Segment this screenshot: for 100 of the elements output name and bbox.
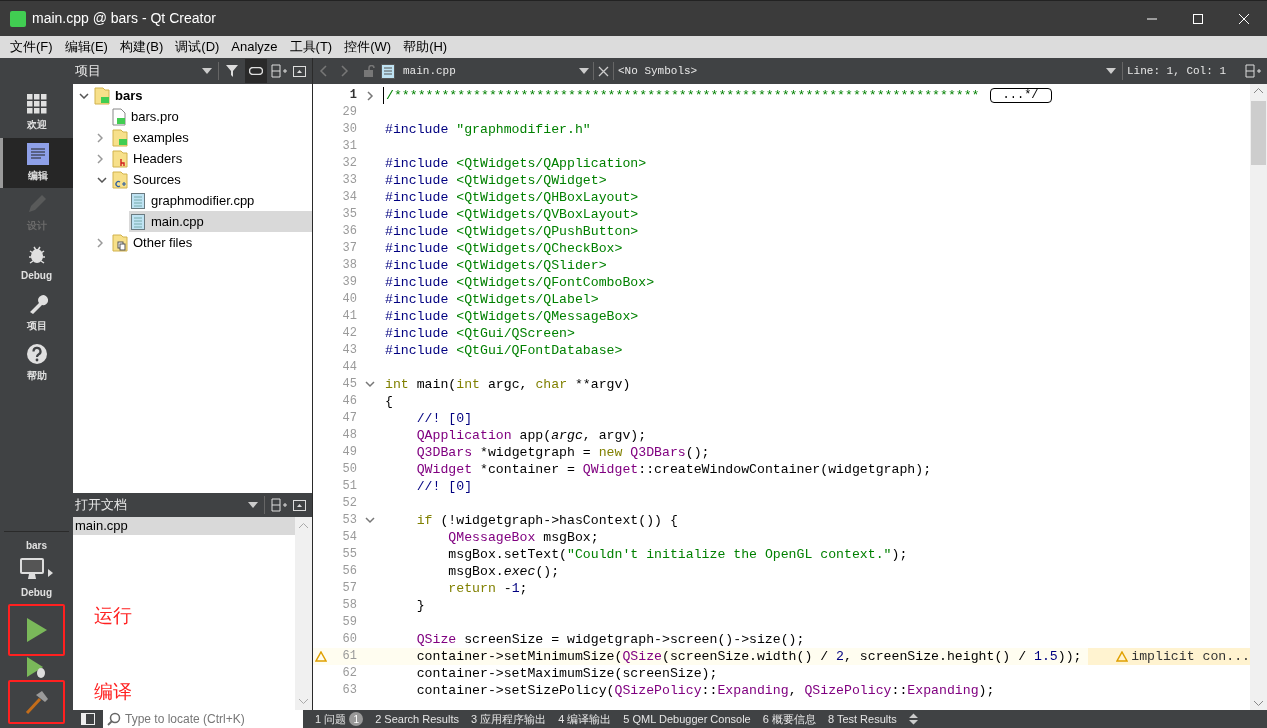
tree-item[interactable]: graphmodifier.cpp (129, 190, 312, 211)
output-tab[interactable]: 1 问题 1 (309, 710, 370, 728)
scrollbar-thumb[interactable] (1251, 101, 1266, 165)
line-number: 55 (341, 546, 357, 563)
document-item[interactable]: main.cpp (73, 517, 295, 535)
chevron-down-icon[interactable] (97, 176, 107, 183)
line-number: 39 (341, 274, 357, 291)
output-tab[interactable]: 6 概要信息 (756, 710, 822, 728)
output-tab[interactable]: 3 应用程序输出 (464, 710, 553, 728)
mode-button[interactable]: 帮助 (0, 338, 73, 388)
close-pane-icon[interactable] (293, 65, 306, 77)
menu-item[interactable]: 编辑(E) (58, 37, 114, 57)
chevron-right-icon[interactable] (97, 153, 103, 164)
mode-button[interactable]: 项目 (0, 288, 73, 338)
dropdown-arrow-icon[interactable] (202, 68, 212, 74)
symbols-dropdown[interactable]: <No Symbols> (618, 62, 1122, 80)
file-icon (381, 63, 395, 79)
tree-item[interactable]: main.cpp (129, 211, 312, 232)
locator-field[interactable]: Type to locate (Ctrl+K) (103, 710, 303, 728)
code-line: //! [0] (415, 478, 473, 495)
tree-item[interactable]: Headers (111, 148, 312, 169)
line-number: 43 (341, 342, 357, 359)
tree-item[interactable]: Sources (111, 169, 312, 190)
mode-button[interactable]: 编辑 (0, 138, 73, 188)
split-icon[interactable] (271, 498, 287, 512)
chevron-down-icon[interactable] (79, 92, 89, 99)
dropdown-arrow-icon[interactable] (248, 502, 258, 508)
grid-icon (26, 94, 47, 114)
tree-item[interactable]: examples (111, 127, 312, 148)
split-icon[interactable] (1245, 64, 1261, 78)
code-line: QMessageBox msgBox; (447, 529, 599, 546)
line-number: 47 (341, 410, 357, 427)
search-icon (107, 712, 121, 726)
code-line: #include <QtWidgets/QSlider> (384, 257, 607, 274)
file-icon (130, 212, 146, 231)
menu-item[interactable]: 调试(D) (169, 37, 226, 57)
line-number: 60 (341, 631, 357, 648)
line-number: 58 (341, 597, 357, 614)
line-number: 29 (341, 104, 357, 121)
line-number: 38 (341, 257, 357, 274)
menu-item[interactable]: 控件(W) (338, 37, 398, 57)
mode-button[interactable]: 欢迎 (0, 88, 73, 138)
output-tab[interactable]: 5 QML Debugger Console (617, 710, 757, 728)
code-line: #include <QtGui/QFontDatabase> (384, 342, 623, 359)
warning-icon (1116, 651, 1129, 662)
project-name: bars (25, 539, 48, 553)
code-line: #include "graphmodifier.h" (384, 121, 591, 138)
cpp-folder-icon (112, 170, 128, 189)
close-icon (1238, 12, 1250, 25)
menu-item[interactable]: 构建(B) (113, 37, 170, 57)
line-number: 48 (341, 427, 357, 444)
menu-item[interactable]: 文件(F) (4, 37, 59, 57)
pane-title: 项目 (75, 62, 101, 81)
close-pane-icon[interactable] (293, 499, 306, 511)
output-tab[interactable]: 2 Search Results (369, 710, 465, 728)
tree-item[interactable]: bars (93, 85, 312, 106)
sidebar-toggle-icon[interactable] (81, 713, 95, 725)
tree-item[interactable]: Other files (111, 232, 312, 253)
dropdown-arrow-icon (579, 68, 589, 74)
filter-icon[interactable] (225, 64, 241, 78)
code-line: #include <QtGui/QScreen> (384, 325, 575, 342)
file-dropdown[interactable]: main.cpp (403, 62, 589, 80)
split-icon[interactable] (271, 64, 287, 78)
line-number: 36 (341, 223, 357, 240)
code-line: { (384, 393, 393, 410)
mode-button[interactable]: Debug (0, 238, 73, 288)
code-line: msgBox.exec(); (447, 563, 560, 580)
up-down-arrows-icon[interactable] (908, 713, 918, 725)
code-line: container->setSizePolicy(QSizePolicy::Expanding, QSizePolicy::Expanding); (415, 682, 995, 699)
output-tab[interactable]: 8 Test Results (821, 710, 903, 728)
line-number: 56 (341, 563, 357, 580)
chevron-up-icon[interactable] (1254, 88, 1263, 93)
menu-item[interactable]: 帮助(H) (397, 37, 454, 57)
line-number: 42 (341, 325, 357, 342)
menu-item[interactable]: Analyze (225, 37, 284, 57)
link-button[interactable] (245, 59, 267, 83)
code-line: msgBox.setText("Couldn't initialize the OpenGL context."); (447, 546, 908, 563)
output-tab[interactable]: 4 编译输出 (552, 710, 618, 728)
line-number: 44 (341, 359, 357, 376)
count-badge: 1 (349, 712, 364, 726)
menu-item[interactable]: 工具(T) (283, 37, 339, 57)
chevron-down-icon[interactable] (1254, 701, 1263, 706)
line-number: 46 (341, 393, 357, 410)
close-icon[interactable] (598, 65, 609, 77)
document-icon (27, 143, 49, 165)
folded-block[interactable]: ...*/ (989, 88, 1052, 103)
qt-folder-icon (94, 86, 110, 105)
line-number: 40 (341, 291, 357, 308)
cursor-position[interactable]: Line: 1, Col: 1 (1127, 62, 1245, 80)
line-number: 34 (341, 189, 357, 206)
chevron-right-icon[interactable] (97, 237, 103, 248)
code-line: #include <QtWidgets/QCheckBox> (384, 240, 623, 257)
monitor-icon[interactable] (19, 557, 45, 581)
tree-item[interactable]: bars.pro (111, 106, 312, 127)
maximize-icon (1192, 12, 1204, 25)
scrollbar[interactable] (1250, 84, 1267, 710)
code-line: QSize screenSize = widgetgraph->screen()->size(); (415, 631, 805, 648)
triangle-right-icon[interactable] (48, 569, 54, 577)
project-file-icon (112, 107, 126, 126)
chevron-right-icon[interactable] (97, 132, 103, 143)
